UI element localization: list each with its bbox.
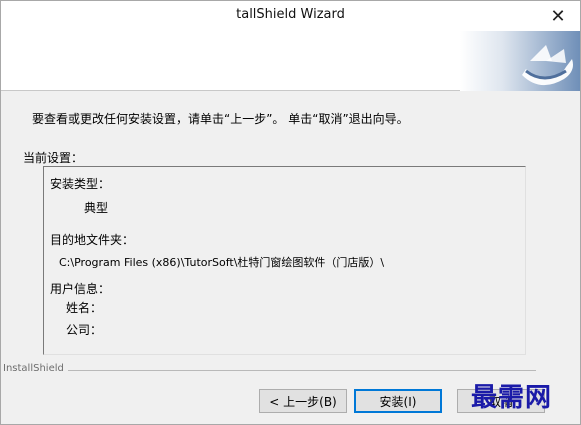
installshield-brand-row: InstallShield: [1, 363, 580, 377]
title-bar[interactable]: tallShield Wizard ✕: [1, 1, 580, 31]
dest-folder-label: 目的地文件夹：: [50, 233, 135, 247]
user-info-label: 用户信息：: [50, 282, 111, 296]
install-button[interactable]: 安装(I): [354, 389, 442, 413]
separator-line: [3, 370, 536, 371]
installshield-logo-icon: [460, 31, 580, 91]
installshield-brand-label: InstallShield: [3, 363, 68, 374]
current-settings-label: 当前设置：: [23, 151, 84, 165]
back-button[interactable]: < 上一步(B): [259, 389, 347, 413]
settings-summary-box[interactable]: 安装类型： 典型 目的地文件夹： C:\Program Files (x86)\…: [43, 166, 526, 355]
setup-type-label: 安装类型：: [50, 177, 111, 191]
wizard-banner: [1, 31, 580, 91]
company-label: 公司：: [66, 323, 103, 337]
installer-window: tallShield Wizard ✕ 要查看或更改任何安装设置，请单击“上一步…: [0, 0, 581, 425]
name-label: 姓名：: [66, 301, 103, 315]
setup-type-value: 典型: [84, 201, 109, 215]
dest-folder-value: C:\Program Files (x86)\TutorSoft\杜特门窗绘图软…: [59, 256, 385, 269]
close-icon: ✕: [550, 5, 566, 27]
instruction-text: 要查看或更改任何安装设置，请单击“上一步”。 单击“取消”退出向导。: [32, 112, 409, 126]
window-title: tallShield Wizard: [236, 7, 345, 22]
close-button[interactable]: ✕: [536, 1, 580, 31]
site-watermark: 最需网: [471, 383, 553, 413]
